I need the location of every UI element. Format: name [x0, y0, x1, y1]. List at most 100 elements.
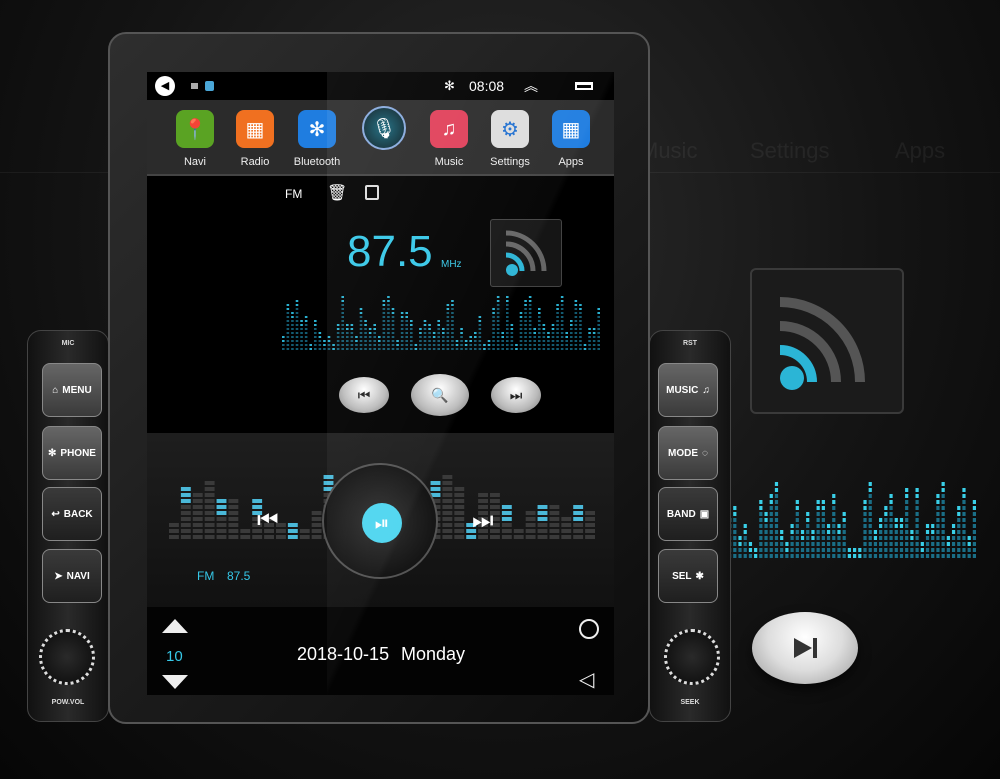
- equalizer-segment: [894, 554, 898, 558]
- menu-button[interactable]: ⌂ MENU: [42, 363, 102, 417]
- equalizer-segment: [368, 328, 372, 330]
- equalizer-segment: [894, 542, 898, 546]
- equalizer-segment: [359, 344, 363, 346]
- dock-app-settings[interactable]: ⚙ Settings: [490, 110, 530, 168]
- recent-apps-icon[interactable]: [575, 82, 593, 90]
- dock-app-navi[interactable]: 📍 Navi: [175, 110, 215, 168]
- equalizer-segment: [583, 344, 587, 346]
- equalizer-segment: [311, 535, 322, 539]
- equalizer-segment: [837, 548, 841, 552]
- equalizer-segment: [946, 554, 950, 558]
- equalizer-segment: [291, 348, 294, 350]
- equalizer-segment: [501, 523, 512, 527]
- equalizer-segment: [551, 336, 555, 338]
- dock-app-apps[interactable]: ▦ Apps: [551, 110, 591, 168]
- equalizer-segment: [556, 312, 559, 314]
- equalizer-segment: [286, 324, 290, 326]
- equalizer-segment: [382, 344, 386, 346]
- volume-knob[interactable]: [39, 629, 95, 685]
- equalizer-segment: [551, 348, 555, 350]
- equalizer-segment: [574, 320, 578, 322]
- equalizer-segment: [915, 506, 919, 510]
- volume-down-button[interactable]: [162, 675, 188, 689]
- equalizer-segment: [743, 554, 747, 558]
- signal-icon-button[interactable]: [490, 219, 562, 287]
- equalizer-segment: [795, 530, 799, 534]
- seek-knob[interactable]: [664, 629, 720, 685]
- equalizer-segment: [556, 328, 559, 330]
- search-button[interactable]: 🔍: [411, 374, 469, 416]
- dock-app-voice[interactable]: 🎙: [362, 106, 406, 150]
- equalizer-segment: [446, 316, 450, 318]
- equalizer-segment: [442, 529, 453, 533]
- equalizer-segment: [287, 529, 298, 533]
- navi-button[interactable]: ➤ NAVI: [42, 549, 102, 603]
- back-circle-icon[interactable]: ◀: [155, 76, 175, 96]
- equalizer-segment: [469, 340, 472, 342]
- equalizer-segment: [400, 328, 404, 330]
- sel-button[interactable]: SEL ✱: [658, 549, 718, 603]
- gear-icon: ✱: [695, 570, 704, 582]
- home-button[interactable]: [579, 619, 599, 639]
- next-station-button[interactable]: ⏭: [491, 377, 541, 413]
- equalizer-segment: [816, 542, 820, 546]
- equalizer-segment: [295, 344, 299, 346]
- equalizer-segment: [528, 308, 532, 310]
- equalizer-segment: [967, 536, 971, 540]
- equalizer-segment: [858, 554, 862, 558]
- equalizer-segment: [524, 328, 527, 330]
- equalizer-segment: [574, 316, 578, 318]
- equalizer-segment: [451, 332, 454, 334]
- equalizer-segment: [826, 530, 831, 534]
- equalizer-segment: [492, 332, 495, 334]
- previous-station-button[interactable]: ⏮: [339, 377, 389, 413]
- equalizer-segment: [574, 348, 578, 350]
- equalizer-segment: [585, 529, 595, 533]
- equalizer-segment: [842, 512, 846, 516]
- button-label: SEL: [672, 570, 692, 582]
- equalizer-segment: [291, 316, 294, 318]
- back-triangle-button[interactable]: ◁: [579, 667, 594, 692]
- equalizer-segment: [528, 332, 532, 334]
- equalizer-segment: [936, 500, 940, 504]
- equalizer-segment: [533, 344, 536, 346]
- expand-up-icon[interactable]: ︽: [524, 76, 538, 96]
- volume-up-button[interactable]: [162, 619, 188, 633]
- equalizer-segment: [492, 308, 495, 310]
- dock-app-music[interactable]: ♫ Music: [429, 110, 469, 168]
- album-art-headphones: ⏯: [322, 463, 438, 579]
- equalizer-segment: [291, 312, 294, 314]
- equalizer-segment: [873, 554, 878, 558]
- phone-button[interactable]: ✻ PHONE: [42, 426, 102, 480]
- rewind-button[interactable]: ⏮: [257, 507, 279, 535]
- fast-forward-button[interactable]: ⏭: [472, 507, 494, 535]
- equalizer-segment: [759, 554, 763, 558]
- equalizer-segment: [537, 517, 548, 521]
- equalizer-segment: [442, 481, 453, 485]
- equalizer-segment: [925, 548, 930, 552]
- band-label[interactable]: FM: [285, 187, 302, 201]
- equalizer-segment: [304, 340, 308, 342]
- equalizer-segment: [533, 328, 536, 330]
- equalizer-segment: [501, 517, 512, 521]
- equalizer-segment: [496, 324, 500, 326]
- equalizer-segment: [400, 340, 404, 342]
- delete-icon[interactable]: 🗑: [327, 183, 347, 203]
- equalizer-segment: [318, 340, 322, 342]
- play-pause-button[interactable]: ⏯: [362, 503, 402, 543]
- equalizer-segment: [759, 542, 763, 546]
- equalizer-segment: [899, 530, 904, 534]
- equalizer-segment: [868, 524, 872, 528]
- equalizer-segment: [863, 506, 867, 510]
- back-button[interactable]: ↩ BACK: [42, 487, 102, 541]
- mode-button[interactable]: MODE ◌: [658, 426, 718, 480]
- music-button[interactable]: MUSIC ♫: [658, 363, 718, 417]
- equalizer-segment: [405, 332, 408, 334]
- band-button[interactable]: BAND ▣: [658, 487, 718, 541]
- dock-app-radio[interactable]: ▦ Radio: [235, 110, 275, 168]
- equalizer-segment: [936, 506, 940, 510]
- equalizer-segment: [332, 344, 335, 346]
- save-icon[interactable]: [365, 185, 379, 200]
- dock-app-bluetooth[interactable]: ✻ Bluetooth: [294, 110, 340, 168]
- equalizer-segment: [941, 518, 945, 522]
